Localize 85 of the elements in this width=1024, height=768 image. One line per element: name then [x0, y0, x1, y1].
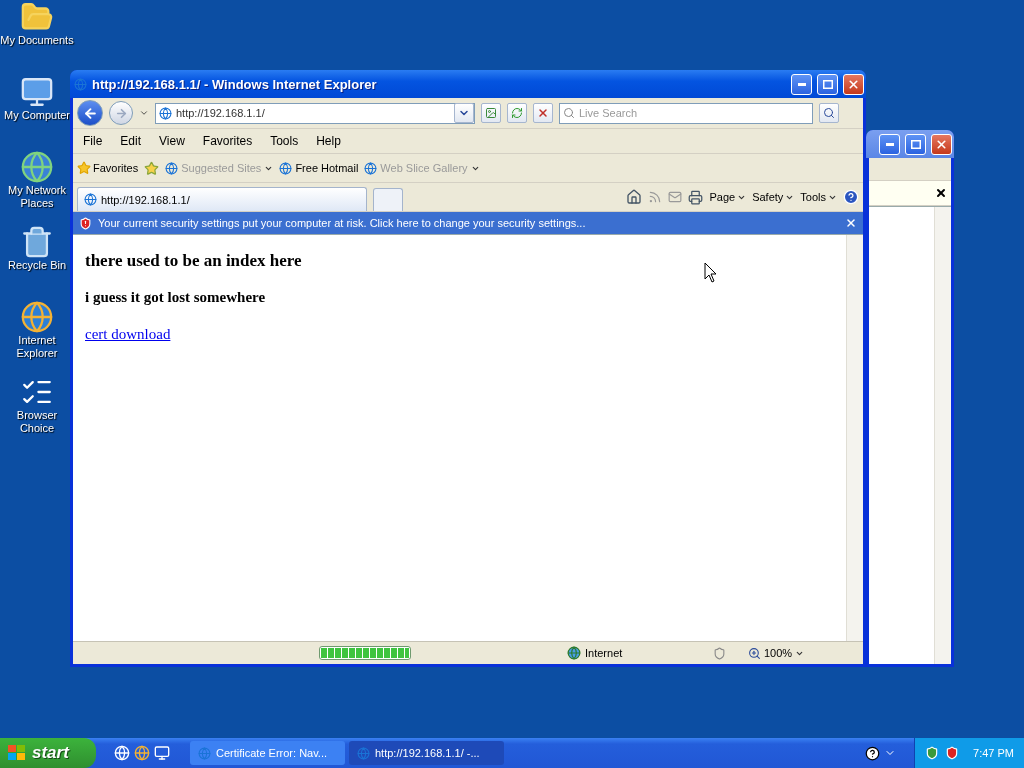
search-icon	[823, 107, 835, 119]
page-icon	[364, 161, 378, 175]
favorites-button[interactable]: Favorites	[77, 161, 139, 175]
printer-icon[interactable]	[688, 189, 704, 205]
desktop-icon-label[interactable]: My Computer	[4, 109, 70, 122]
maximize-button[interactable]	[817, 73, 838, 95]
stop-icon	[537, 107, 549, 119]
close-button[interactable]	[843, 73, 864, 95]
close-icon	[847, 77, 860, 91]
maximize-button[interactable]	[905, 133, 926, 155]
compatibility-button[interactable]	[481, 103, 501, 123]
minimize-button[interactable]	[879, 133, 900, 155]
command-menu[interactable]: Page	[709, 191, 747, 203]
security-alert-icon[interactable]	[945, 746, 959, 760]
maximize-icon	[822, 79, 833, 89]
page-heading: there used to be an index here	[85, 251, 303, 271]
menu-item[interactable]: Favorites	[196, 134, 259, 148]
scrollbar[interactable]	[934, 207, 951, 664]
search-icon	[563, 107, 575, 119]
quick-launch-icon[interactable]	[134, 745, 150, 761]
information-bar-text: Your current security settings put your computer at risk. Click here to change your security settings...	[98, 217, 587, 229]
desktop-icon-label[interactable]: Internet Explorer	[0, 334, 74, 360]
clock: 7:47 PM	[973, 747, 1014, 759]
browser-tab[interactable]: http://192.168.1.1/	[77, 187, 367, 211]
page-icon	[84, 193, 97, 206]
page-subheading: i guess it got lost somewhere	[85, 289, 267, 306]
page-icon	[198, 746, 211, 760]
monitor-icon[interactable]	[20, 75, 54, 109]
picture-icon	[485, 107, 497, 119]
page-icon	[279, 161, 293, 175]
page-icon	[74, 77, 87, 91]
globe-icon[interactable]	[20, 300, 54, 334]
desktop-icon-label[interactable]: Browser Choice	[0, 409, 74, 435]
download-link[interactable]: cert download	[85, 326, 171, 342]
globe-icon	[567, 646, 581, 660]
security-zone[interactable]: Internet	[567, 646, 707, 660]
address-text: http://192.168.1.1/	[176, 107, 266, 119]
minimize-icon	[797, 82, 806, 86]
favorites-link[interactable]: Free Hotmail	[279, 161, 359, 175]
home-icon[interactable]	[626, 189, 643, 205]
page-icon	[159, 106, 172, 120]
protected-mode-icon[interactable]	[713, 646, 726, 660]
forward-arrow-icon	[114, 106, 128, 120]
page-icon	[357, 746, 370, 760]
menu-item[interactable]: File	[77, 134, 109, 148]
menu-item[interactable]: View	[153, 134, 191, 148]
maximize-icon	[910, 139, 921, 149]
search-button[interactable]	[819, 103, 839, 123]
refresh-icon	[511, 107, 523, 119]
command-menu[interactable]: Safety	[752, 191, 795, 203]
stop-button[interactable]	[533, 103, 553, 123]
menu-item[interactable]: Edit	[114, 134, 148, 148]
desktop-icon-label[interactable]: My Documents	[0, 34, 74, 47]
refresh-button[interactable]	[507, 103, 527, 123]
scrollbar[interactable]	[846, 235, 863, 641]
trash-icon[interactable]	[20, 225, 54, 259]
menu-item[interactable]: Tools	[264, 134, 305, 148]
taskbar-button[interactable]: Certificate Error: Nav...	[190, 741, 345, 765]
minimize-button[interactable]	[791, 73, 812, 95]
zoom-control[interactable]: 100%	[748, 646, 805, 660]
zoom-icon	[748, 646, 761, 660]
close-icon	[935, 137, 948, 151]
quick-launch-icon[interactable]	[154, 745, 170, 761]
minimize-icon	[885, 142, 894, 146]
desktop-icon-label[interactable]: My Network Places	[0, 184, 74, 210]
menu-item[interactable]: Help	[310, 134, 347, 148]
warning-icon	[79, 216, 92, 230]
page-icon	[165, 161, 179, 175]
history-dropdown-icon[interactable]	[139, 108, 149, 118]
address-dropdown-button[interactable]	[454, 103, 474, 123]
information-bar[interactable]: Your current security settings put your computer at risk. Click here to change your security settings...	[73, 212, 863, 234]
help-icon[interactable]	[865, 745, 880, 761]
desktop-icon-label[interactable]: Recycle Bin	[7, 259, 67, 272]
back-button[interactable]	[77, 100, 103, 126]
close-icon[interactable]	[935, 187, 947, 199]
star-icon	[77, 161, 91, 175]
close-button[interactable]	[931, 133, 952, 155]
address-field[interactable]: http://192.168.1.1/	[155, 102, 475, 124]
mouse-cursor-icon	[704, 262, 718, 284]
windows-flag-icon	[8, 745, 26, 761]
network-icon[interactable]	[20, 150, 54, 184]
taskbar-button[interactable]: http://192.168.1.1/ -...	[349, 741, 504, 765]
security-icon[interactable]	[925, 746, 939, 760]
command-menu[interactable]: Tools	[800, 191, 837, 203]
window-title: http://192.168.1.1/ - Windows Internet Explorer	[92, 76, 378, 92]
